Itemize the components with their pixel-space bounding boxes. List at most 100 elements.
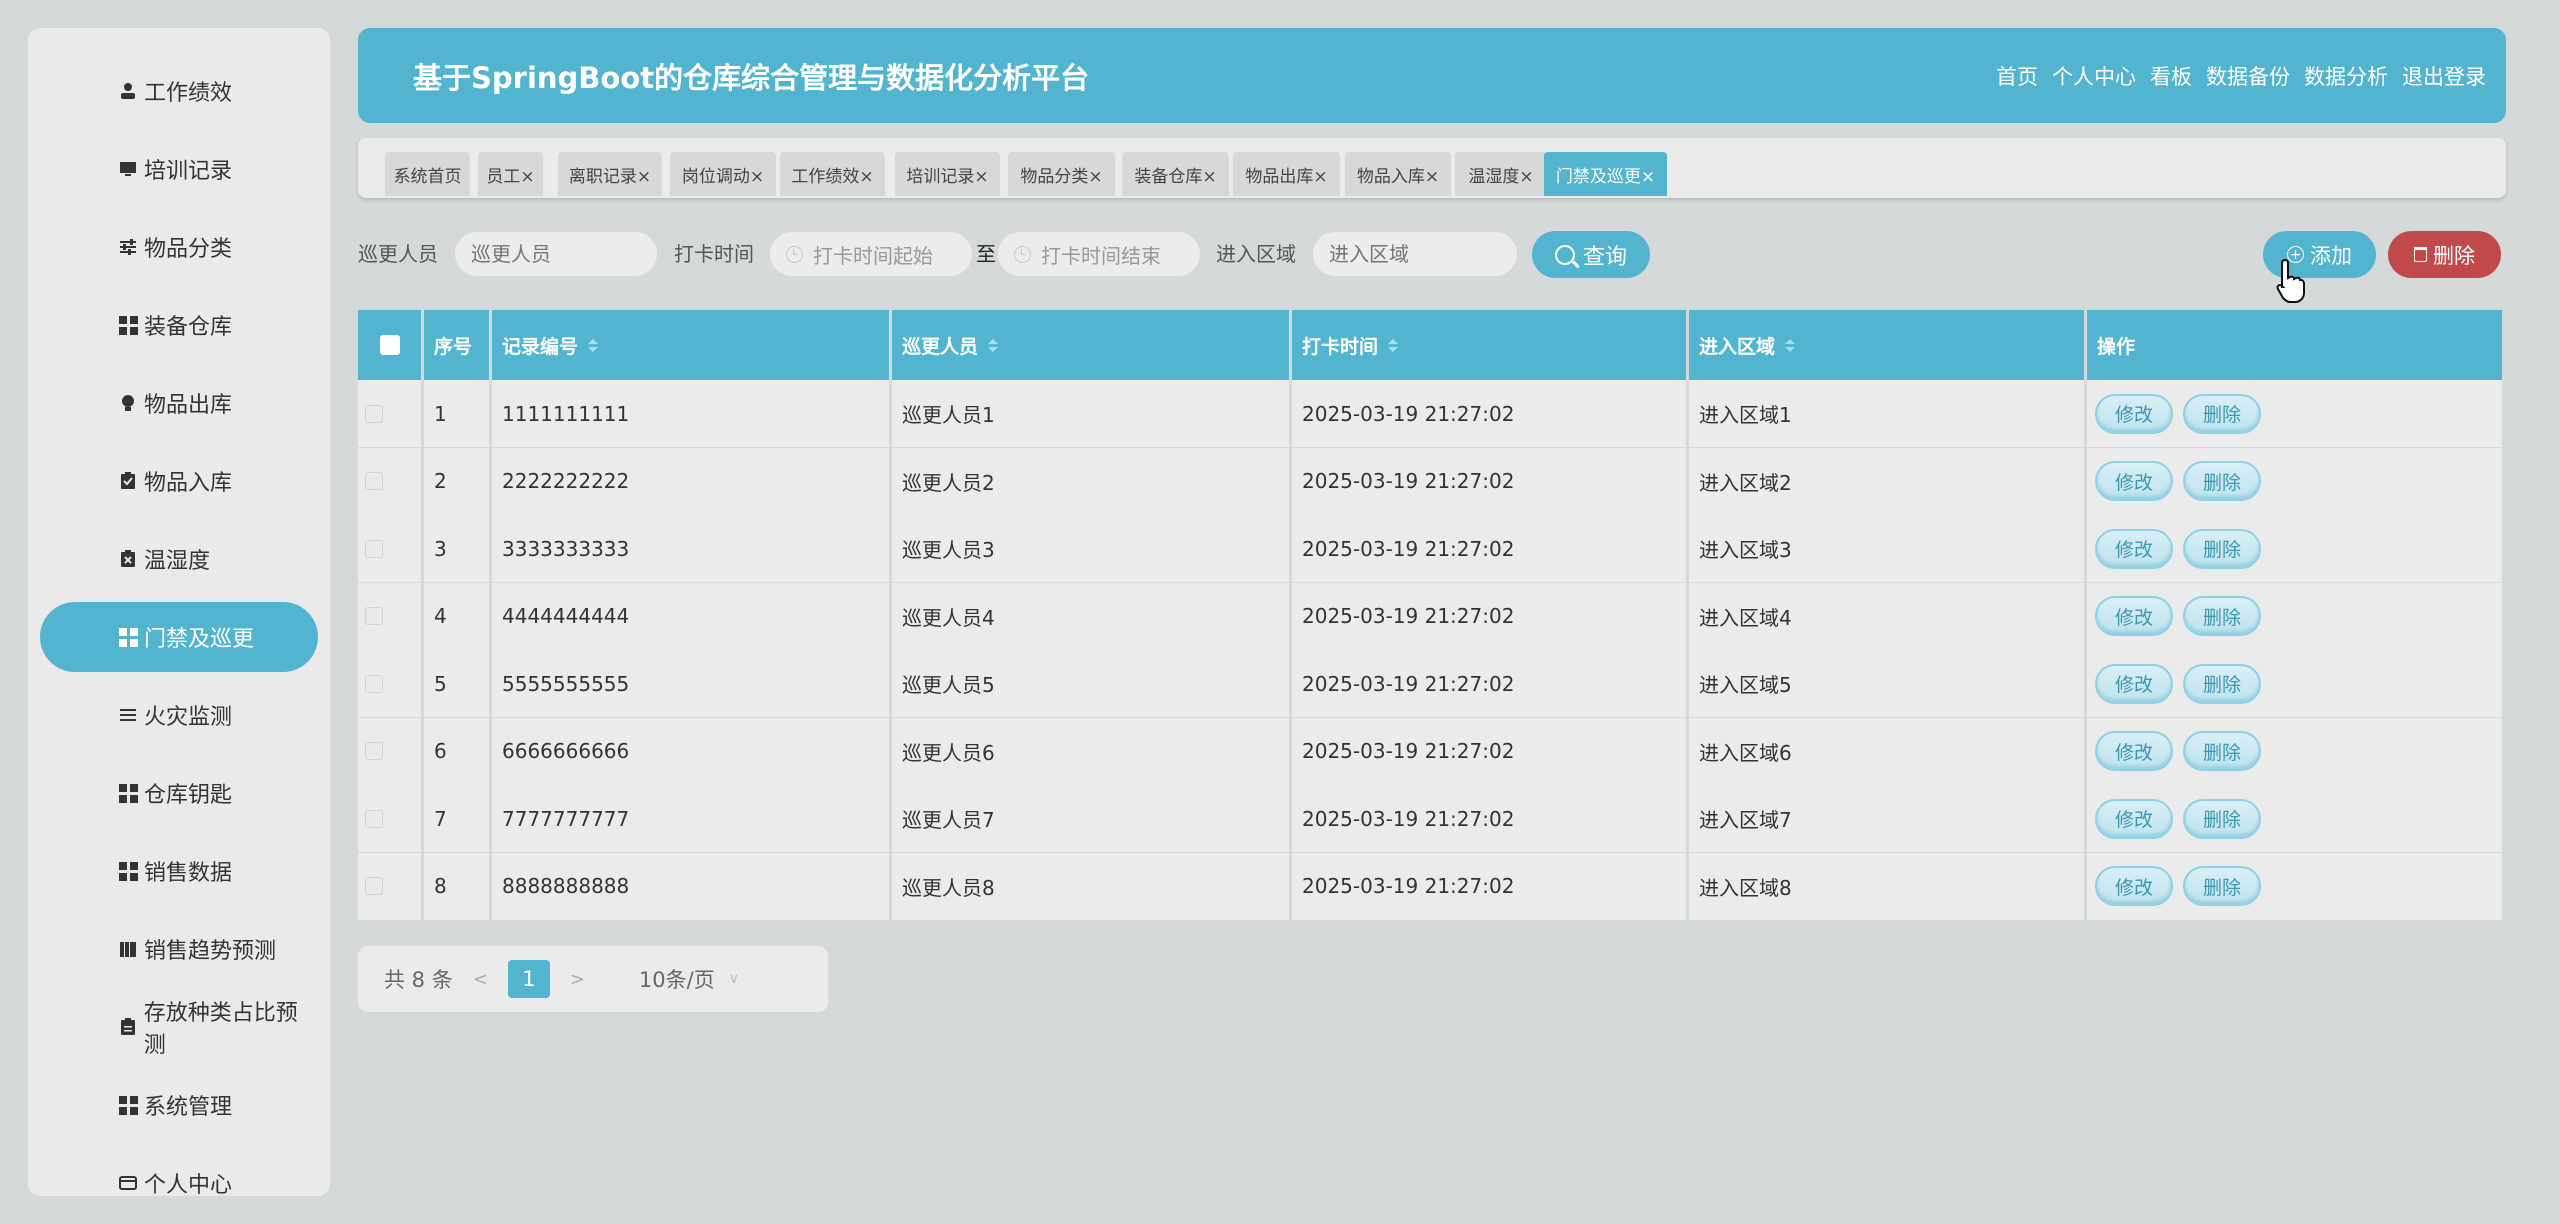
tab-2[interactable]: 员工× <box>478 152 543 196</box>
sidebar-item-11[interactable]: 销售数据 <box>40 836 318 906</box>
sort-icon[interactable] <box>1785 338 1796 352</box>
sort-icon[interactable] <box>988 338 999 352</box>
edit-button[interactable]: 修改 <box>2095 596 2173 636</box>
cell-record-no: 2222222222 <box>492 447 889 515</box>
tab-8[interactable]: 装备仓库× <box>1122 152 1229 196</box>
sidebar-item-label: 温湿度 <box>144 549 211 574</box>
row-checkbox[interactable] <box>365 742 383 760</box>
edit-button[interactable]: 修改 <box>2095 393 2173 434</box>
row-checkbox-cell <box>358 852 421 920</box>
select-all-checkbox[interactable] <box>379 335 400 355</box>
tab-10[interactable]: 物品入库× <box>1345 152 1451 196</box>
row-checkbox[interactable] <box>365 877 383 895</box>
sidebar-item-10[interactable]: 仓库钥匙 <box>40 758 318 828</box>
cell-index: 7 <box>424 785 489 852</box>
header-time[interactable]: 打卡时间 <box>1292 310 1686 380</box>
delete-button[interactable]: 删除 <box>2183 798 2261 839</box>
tab-6[interactable]: 培训记录× <box>895 152 1000 196</box>
edit-button[interactable]: 修改 <box>2095 731 2173 771</box>
tab-12[interactable]: 门禁及巡更× <box>1544 152 1667 196</box>
sidebar-item-label: 培训记录 <box>144 159 233 184</box>
nav-logout[interactable]: 退出登录 <box>2402 61 2486 91</box>
cell-time: 2025-03-19 21:27:02 <box>1292 717 1686 785</box>
batch-delete-button[interactable]: 删除 <box>2388 231 2501 278</box>
sidebar-item-2[interactable]: 培训记录 <box>40 134 318 204</box>
delete-button[interactable]: 删除 <box>2183 528 2261 569</box>
time-start-input[interactable]: 打卡时间起始 <box>770 232 972 276</box>
edit-button[interactable]: 修改 <box>2095 461 2173 501</box>
sidebar-item-15[interactable]: 个人中心 <box>40 1148 318 1196</box>
delete-button[interactable]: 删除 <box>2183 866 2261 906</box>
table-header: 序号 记录编号 巡更人员 打卡时间 进入区域 操作 <box>358 310 2502 380</box>
time-end-input[interactable]: 打卡时间结束 <box>998 232 1200 276</box>
sidebar-item-14[interactable]: 系统管理 <box>40 1070 318 1140</box>
query-button-label: 查询 <box>1582 244 1627 270</box>
grid-icon <box>118 861 138 881</box>
tab-11[interactable]: 温湿度× <box>1455 152 1547 196</box>
sidebar-item-1[interactable]: 工作绩效 <box>40 56 318 126</box>
cell-time: 2025-03-19 21:27:02 <box>1292 852 1686 920</box>
cell-time: 2025-03-19 21:27:02 <box>1292 447 1686 515</box>
sort-icon[interactable] <box>588 338 599 352</box>
delete-button[interactable]: 删除 <box>2183 461 2261 501</box>
edit-button[interactable]: 修改 <box>2095 866 2173 906</box>
cell-time: 2025-03-19 21:27:02 <box>1292 380 1686 447</box>
patrol-input[interactable] <box>455 232 657 276</box>
delete-button[interactable]: 删除 <box>2183 731 2261 771</box>
sidebar-item-12[interactable]: 销售趋势预测 <box>40 914 318 984</box>
query-button[interactable]: 查询 <box>1532 231 1650 278</box>
header-patrol[interactable]: 巡更人员 <box>892 310 1289 380</box>
tab-9[interactable]: 物品出库× <box>1233 152 1340 196</box>
app-header: 基于SpringBoot的仓库综合管理与数据化分析平台 首页 个人中心 看板 数… <box>358 28 2506 123</box>
tab-7[interactable]: 物品分类× <box>1008 152 1115 196</box>
tab-4[interactable]: 岗位调动× <box>670 152 776 196</box>
table-row: 6 6666666666 巡更人员6 2025-03-19 21:27:02 进入区域6… <box>358 717 2502 785</box>
row-checkbox[interactable] <box>365 607 383 625</box>
row-checkbox-cell <box>358 447 421 515</box>
sidebar-item-9[interactable]: 火灾监测 <box>40 680 318 750</box>
row-checkbox[interactable] <box>365 809 383 828</box>
edit-button[interactable]: 修改 <box>2095 798 2173 839</box>
row-checkbox[interactable] <box>365 472 383 490</box>
row-checkbox-cell <box>358 717 421 785</box>
sidebar-item-5[interactable]: 物品出库 <box>40 368 318 438</box>
tab-5[interactable]: 工作绩效× <box>780 152 885 196</box>
edit-button[interactable]: 修改 <box>2095 663 2173 704</box>
delete-button[interactable]: 删除 <box>2183 393 2261 434</box>
row-checkbox[interactable] <box>365 539 383 558</box>
nav-home[interactable]: 首页 <box>1996 61 2038 91</box>
next-page-button[interactable]: > <box>570 969 585 990</box>
tab-1[interactable]: 系统首页 <box>385 152 470 196</box>
edit-button[interactable]: 修改 <box>2095 528 2173 569</box>
sidebar-item-7[interactable]: 温湿度 <box>40 524 318 594</box>
sidebar-item-4[interactable]: 装备仓库 <box>40 290 318 360</box>
row-checkbox[interactable] <box>365 404 383 423</box>
nav-analysis[interactable]: 数据分析 <box>2304 61 2388 91</box>
header-area[interactable]: 进入区域 <box>1689 310 2084 380</box>
page-1-button[interactable]: 1 <box>507 960 550 998</box>
prev-page-button[interactable]: < <box>473 969 488 990</box>
tab-3[interactable]: 离职记录× <box>558 152 662 196</box>
sidebar-item-label: 仓库钥匙 <box>144 783 233 808</box>
sidebar-item-13[interactable]: 存放种类占比预测 <box>40 992 318 1062</box>
sidebar-item-8[interactable]: 门禁及巡更 <box>40 602 318 672</box>
sidebar-item-3[interactable]: 物品分类 <box>40 212 318 282</box>
grid-icon <box>118 315 138 335</box>
row-checkbox[interactable] <box>365 674 383 693</box>
trash-icon <box>2414 247 2427 262</box>
row-checkbox-cell <box>358 650 421 717</box>
cell-area: 进入区域4 <box>1689 582 2084 650</box>
nav-profile[interactable]: 个人中心 <box>2052 61 2136 91</box>
nav-dashboard[interactable]: 看板 <box>2150 61 2192 91</box>
page-size-select[interactable]: 10条/页 ∨ <box>639 964 739 994</box>
sidebar-item-label: 销售趋势预测 <box>144 939 277 964</box>
delete-button[interactable]: 删除 <box>2183 663 2261 704</box>
table-row: 4 4444444444 巡更人员4 2025-03-19 21:27:02 进入区域4… <box>358 582 2502 650</box>
chevron-down-icon: ∨ <box>728 971 739 987</box>
header-record-no[interactable]: 记录编号 <box>492 310 889 380</box>
sort-icon[interactable] <box>1388 338 1399 352</box>
area-input[interactable] <box>1313 232 1517 276</box>
sidebar-item-6[interactable]: 物品入库 <box>40 446 318 516</box>
delete-button[interactable]: 删除 <box>2183 596 2261 636</box>
nav-backup[interactable]: 数据备份 <box>2206 61 2290 91</box>
